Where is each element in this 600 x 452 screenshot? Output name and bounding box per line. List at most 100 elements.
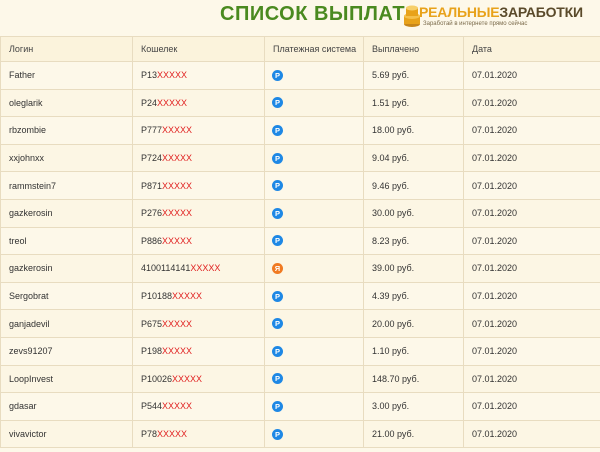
cell-date: 07.01.2020 [463, 61, 600, 90]
cell-paid: 1.10 руб. [363, 336, 464, 366]
column-header-payment-system: Платежная система [264, 36, 364, 62]
cell-payment-system: P [264, 392, 364, 421]
cell-login: oleglarik [0, 88, 133, 118]
table-row: zevs91207 P198XXXXX P 1.10 руб. 07.01.2020 [0, 336, 600, 366]
payeer-icon: P [272, 373, 283, 385]
wallet-mask: XXXXX [162, 318, 193, 329]
cell-login: gazkerosin [0, 254, 133, 283]
cell-paid: 18.00 руб. [363, 116, 464, 145]
cell-login: vivavictor [0, 419, 133, 449]
svg-text:P: P [275, 71, 280, 80]
wallet-prefix: P544 [141, 401, 163, 412]
site-logo[interactable]: РЕАЛЬНЫЕЗАРАБОТКИ Заработай в интернете … [403, 0, 600, 34]
table-row: xxjohnxx P724XXXXX P 9.04 руб. 07.01.2020 [0, 143, 600, 173]
cell-login: Sergobrat [0, 281, 133, 311]
cell-payment-system: P [264, 61, 364, 90]
wallet-prefix: P675 [141, 318, 163, 329]
logo-word-2: ЗАРАБОТКИ [499, 4, 583, 20]
table-row: Father P13XXXXX P 5.69 руб. 07.01.2020 [0, 61, 600, 90]
cell-wallet: P10026XXXXX [132, 364, 265, 394]
cell-login: rbzombie [0, 116, 133, 145]
cell-payment-system: P [264, 226, 364, 256]
cell-login: ganjadevil [0, 309, 133, 338]
cell-payment-system: P [264, 88, 364, 118]
cell-wallet: 4100114141XXXXX [132, 254, 265, 283]
cell-paid: 5.69 руб. [363, 61, 464, 90]
cell-wallet: P886XXXXX [132, 226, 265, 256]
wallet-mask: XXXXX [162, 401, 193, 412]
wallet-prefix: P276 [141, 208, 163, 219]
wallet-prefix: P724 [141, 153, 163, 164]
svg-text:P: P [275, 347, 280, 356]
payeer-icon: P [272, 180, 283, 192]
svg-text:P: P [275, 181, 280, 190]
svg-text:P: P [275, 430, 280, 439]
wallet-mask: XXXXX [162, 153, 193, 164]
svg-text:P: P [275, 319, 280, 328]
cell-wallet: P871XXXXX [132, 171, 265, 200]
cell-paid: 148.70 руб. [363, 364, 464, 394]
svg-text:P: P [275, 402, 280, 411]
column-header-wallet: Кошелек [132, 36, 265, 62]
payeer-icon: P [272, 207, 283, 219]
table-row: vivavictor P78XXXXX P 21.00 руб. 07.01.2020 [0, 419, 600, 449]
wallet-prefix: P871 [141, 180, 163, 191]
table-row: ganjadevil P675XXXXX P 20.00 руб. 07.01.2020 [0, 309, 600, 338]
wallet-prefix: P24 [141, 97, 158, 108]
cell-wallet: P276XXXXX [132, 198, 265, 228]
table-row: gazkerosin 4100114141XXXXX Я 39.00 руб. 07.0… [0, 254, 600, 283]
payeer-icon: P [272, 97, 283, 109]
cell-payment-system: Я [264, 254, 364, 283]
wallet-mask: XXXXX [162, 235, 193, 246]
cell-date: 07.01.2020 [463, 392, 600, 421]
cell-login: gdasar [0, 392, 133, 421]
cell-paid: 4.39 руб. [363, 281, 464, 311]
page-title: СПИСОК ВЫПЛАТ [220, 3, 406, 25]
svg-text:P: P [275, 375, 280, 384]
wallet-mask: XXXXX [162, 180, 193, 191]
cell-date: 07.01.2020 [463, 309, 600, 338]
wallet-prefix: 4100114141 [141, 263, 191, 274]
table-row: LoopInvest P10026XXXXX P 148.70 руб. 07.01.2… [0, 364, 600, 394]
svg-text:P: P [275, 154, 280, 163]
cell-paid: 3.00 руб. [363, 392, 464, 421]
payouts-table: Логин Кошелек Платежная система Выплачен… [0, 36, 600, 449]
cell-date: 07.01.2020 [463, 419, 600, 449]
wallet-prefix: P10188 [141, 291, 173, 302]
payeer-icon: P [272, 290, 283, 302]
payeer-icon: P [272, 428, 283, 440]
svg-text:P: P [275, 99, 280, 108]
wallet-mask: XXXXX [172, 373, 203, 384]
column-header-date: Дата [463, 36, 600, 62]
column-header-login: Логин [0, 36, 133, 62]
payeer-icon: P [272, 345, 283, 357]
cell-paid: 8.23 руб. [363, 226, 464, 256]
payeer-icon: P [272, 69, 283, 81]
cell-login: rammstein7 [0, 171, 133, 200]
cell-wallet: P198XXXXX [132, 336, 265, 366]
cell-paid: 9.04 руб. [363, 143, 464, 173]
cell-date: 07.01.2020 [463, 171, 600, 200]
payouts-table-container: Логин Кошелек Платежная система Выплачен… [0, 36, 600, 449]
page-header: СПИСОК ВЫПЛАТ РЕАЛЬНЫЕЗАРАБОТКИ Заработа… [0, 0, 600, 34]
cell-payment-system: P [264, 281, 364, 311]
wallet-mask: XXXXX [190, 263, 221, 274]
cell-wallet: P13XXXXX [132, 61, 265, 90]
cell-wallet: P78XXXXX [132, 419, 265, 449]
cell-date: 07.01.2020 [463, 281, 600, 311]
cell-payment-system: P [264, 364, 364, 394]
payeer-icon: P [272, 125, 283, 137]
cell-payment-system: P [264, 309, 364, 338]
wallet-prefix: P886 [141, 235, 163, 246]
svg-text:P: P [275, 237, 280, 246]
svg-text:P: P [275, 292, 280, 301]
cell-paid: 21.00 руб. [363, 419, 464, 449]
table-row: oleglarik P24XXXXX P 1.51 руб. 07.01.2020 [0, 88, 600, 118]
cell-wallet: P10188XXXXX [132, 281, 265, 311]
cell-date: 07.01.2020 [463, 336, 600, 366]
cell-payment-system: P [264, 171, 364, 200]
wallet-prefix: P10026 [141, 373, 173, 384]
cell-payment-system: P [264, 336, 364, 366]
cell-login: Father [0, 61, 133, 90]
cell-wallet: P724XXXXX [132, 143, 265, 173]
